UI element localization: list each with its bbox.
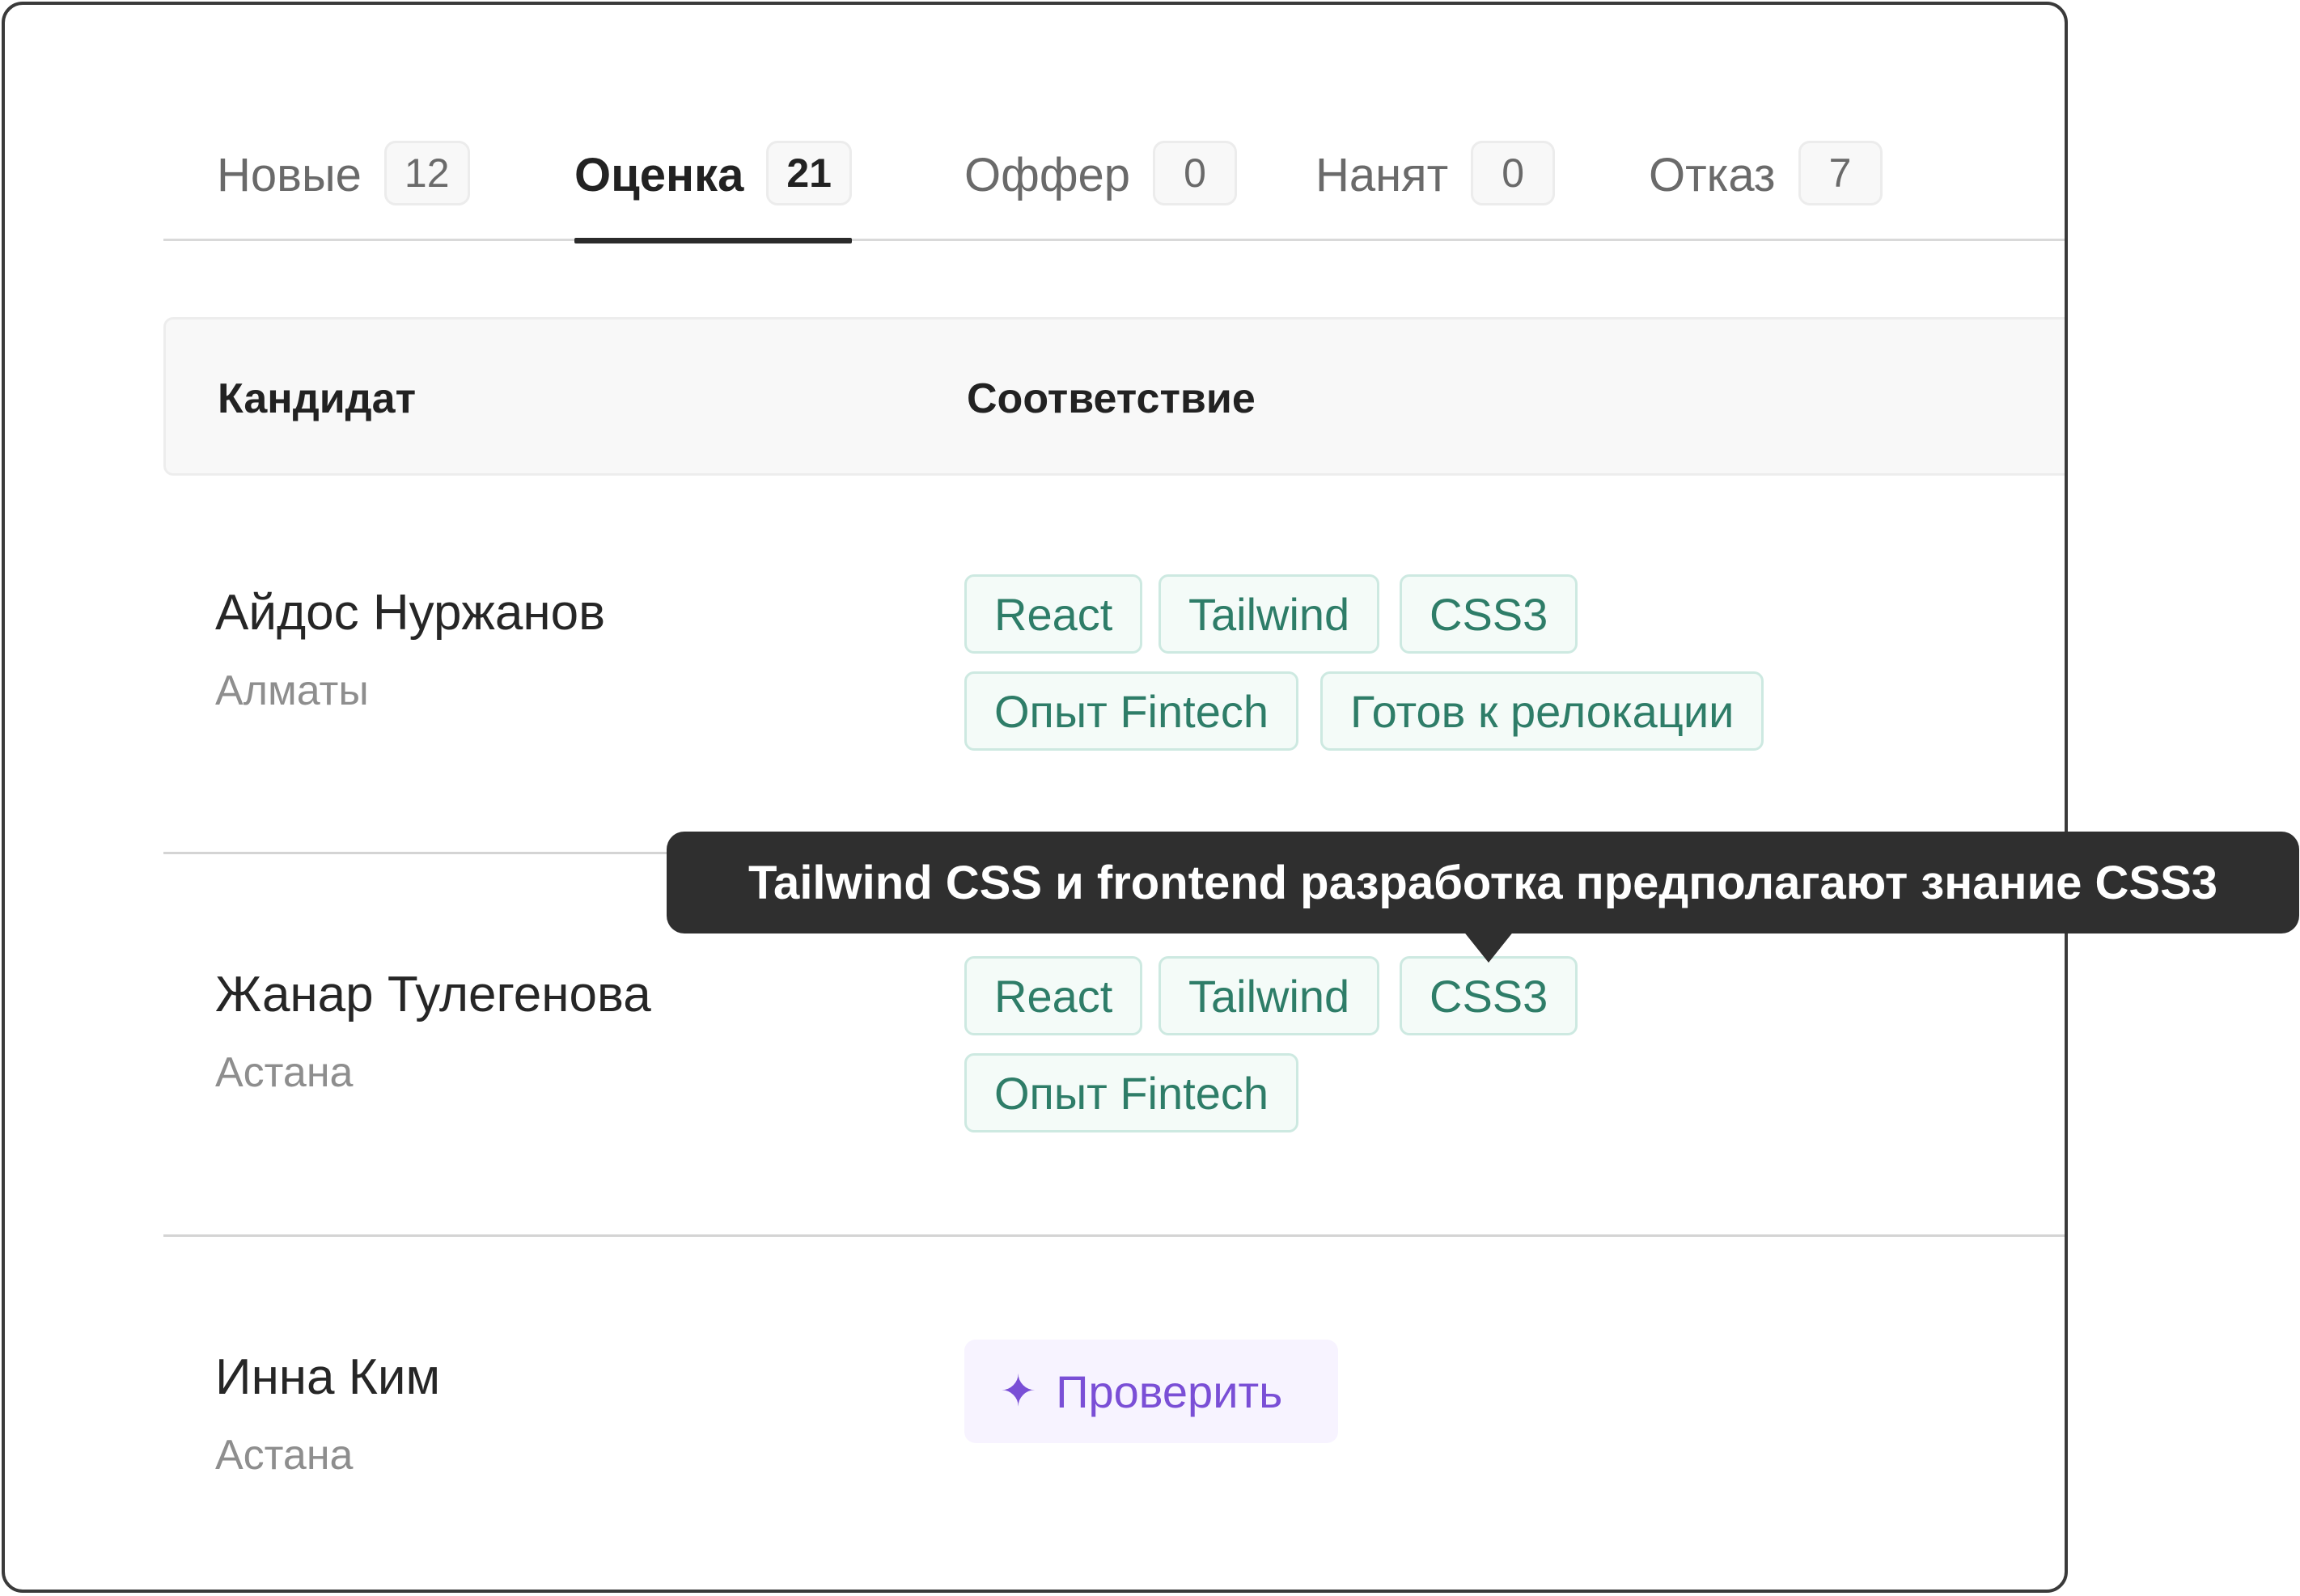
tab-evaluation[interactable]: Оценка 21	[574, 141, 852, 243]
match-tag[interactable]: Опыт Fintech	[964, 671, 1298, 751]
tab-count-badge: 0	[1153, 141, 1238, 205]
candidate-city: Астана	[215, 1049, 354, 1096]
tab-offer[interactable]: Оффер 0	[964, 141, 1238, 241]
tab-count-badge: 21	[766, 141, 852, 205]
tab-count-badge: 12	[383, 141, 470, 205]
tab-hired[interactable]: Нанят 0	[1315, 141, 1556, 241]
table-row[interactable]: Инна Ким Астана ✦ Проверить	[163, 1237, 2065, 1590]
match-tag[interactable]: Tailwind	[1158, 574, 1380, 654]
candidate-name[interactable]: Инна Ким	[215, 1348, 440, 1406]
tab-label: Оффер	[964, 149, 1131, 201]
match-tag[interactable]: Опыт Fintech	[964, 1053, 1298, 1132]
match-tag[interactable]: React	[964, 956, 1143, 1035]
check-match-label: Проверить	[1056, 1365, 1283, 1417]
match-tag[interactable]: Готов к релокации	[1320, 671, 1764, 751]
match-tag[interactable]: CSS3	[1400, 574, 1578, 654]
tab-label: Нанят	[1315, 149, 1449, 201]
candidates-panel: Новые 12 Оценка 21 Оффер 0 Нанят 0 Отказ…	[2, 2, 2068, 1593]
column-header-candidate: Кандидат	[218, 375, 417, 422]
tooltip-arrow	[1463, 930, 1514, 963]
tab-count-badge: 0	[1471, 141, 1556, 205]
candidate-city: Астана	[215, 1432, 354, 1479]
match-tag[interactable]: React	[964, 574, 1143, 654]
tooltip-text: Tailwind CSS и frontend разработка предп…	[748, 856, 2218, 909]
check-match-button[interactable]: ✦ Проверить	[964, 1340, 1338, 1443]
match-tag-hovered[interactable]: CSS3	[1400, 956, 1578, 1035]
tab-new[interactable]: Новые 12	[217, 141, 470, 241]
table-row[interactable]: Айдос Нуржанов Алматы React Tailwind CSS…	[163, 476, 2065, 852]
sparkle-icon: ✦	[1000, 1367, 1037, 1416]
tab-label: Оценка	[574, 149, 744, 201]
tab-label: Новые	[217, 149, 362, 201]
column-header-match: Соответствие	[967, 375, 1256, 422]
match-tag[interactable]: Tailwind	[1158, 956, 1380, 1035]
tab-label: Отказ	[1649, 149, 1776, 201]
tab-count-badge: 7	[1798, 141, 1883, 205]
tag-tooltip: Tailwind CSS и frontend разработка предп…	[667, 832, 2299, 933]
tab-rejected[interactable]: Отказ 7	[1649, 141, 1883, 241]
candidate-name[interactable]: Айдос Нуржанов	[215, 584, 605, 641]
candidate-name[interactable]: Жанар Тулегенова	[215, 966, 651, 1023]
candidate-city: Алматы	[215, 667, 369, 714]
stage-tabs: Новые 12 Оценка 21 Оффер 0 Нанят 0 Отказ…	[163, 5, 2065, 243]
table-header: Кандидат Соответствие	[163, 317, 2065, 476]
